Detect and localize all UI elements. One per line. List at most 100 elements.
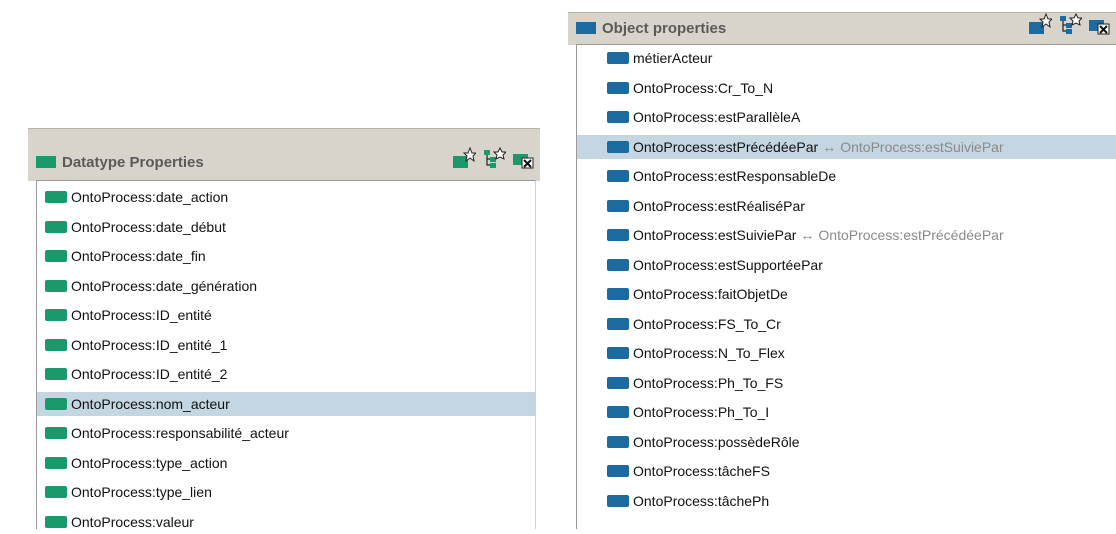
datatype-property-icon [45, 191, 67, 203]
list-item-label: OntoProcess:ID_entité_2 [71, 366, 228, 382]
list-item-label: OntoProcess:FS_To_Cr [633, 315, 781, 332]
object-property-icon [576, 22, 596, 34]
list-item[interactable]: métierActeur [577, 46, 1116, 70]
list-item[interactable]: OntoProcess:date_début [37, 215, 535, 239]
datatype-property-icon [45, 309, 67, 321]
list-item-label: OntoProcess:estRéaliséPar [633, 197, 805, 214]
list-item[interactable]: OntoProcess:date_génération [37, 274, 535, 298]
object-property-icon [607, 376, 629, 389]
object-properties-list[interactable]: métierActeur OntoProcess:Cr_To_N OntoProce… [576, 44, 1116, 529]
list-item-label: OntoProcess:type_lien [71, 484, 212, 500]
list-item-label: OntoProcess:Ph_To_FS [633, 374, 784, 391]
list-item[interactable]: OntoProcess:estParallèleA [577, 105, 1116, 129]
datatype-properties-title-text: Datatype Properties [62, 154, 204, 171]
datatype-property-icon [45, 279, 67, 292]
list-item[interactable]: OntoProcess:nom_acteur [37, 391, 535, 416]
list-item[interactable]: OntoProcess:date_fin [37, 244, 535, 268]
list-item-label: OntoProcess:date_début [71, 218, 226, 235]
create-property-icon[interactable] [452, 146, 478, 169]
list-item-label: OntoProcess:tâchePh [633, 492, 770, 509]
object-property-icon [607, 494, 629, 507]
list-item-label: OntoProcess:nom_acteur [71, 395, 230, 412]
object-property-icon [607, 199, 629, 212]
object-property-icon [607, 406, 629, 418]
datatype-properties-title: Datatype Properties [36, 154, 204, 171]
list-item-label: OntoProcess:Ph_To_I [633, 404, 770, 420]
list-item-label: OntoProcess:possèdeRôle [633, 433, 800, 450]
list-item[interactable]: OntoProcess:estRéaliséPar [577, 194, 1116, 218]
list-item-label: OntoProcess:estSupportéePar [633, 256, 823, 273]
list-item[interactable]: OntoProcess:FS_To_Cr [577, 312, 1116, 336]
datatype-properties-list[interactable]: OntoProcess:date_action OntoProcess:date_… [36, 180, 536, 530]
object-property-icon [607, 81, 629, 94]
datatype-property-icon [45, 427, 67, 439]
list-item-label: OntoProcess:date_action [71, 189, 229, 205]
list-item[interactable]: OntoProcess:date_action [37, 185, 535, 209]
list-item-label: OntoProcess:date_fin [71, 248, 206, 264]
object-property-icon [607, 435, 629, 448]
list-item-label: OntoProcess:responsabilité_acteur [71, 425, 289, 441]
object-property-icon [607, 288, 629, 300]
delete-property-icon[interactable] [1088, 13, 1112, 35]
list-item-label: OntoProcess:estParallèleA [633, 109, 801, 125]
list-item[interactable]: OntoProcess:ID_entité [37, 303, 535, 327]
list-item[interactable]: OntoProcess:estPrécédéePar ↔ OntoProcess:e… [577, 134, 1116, 159]
object-property-icon [607, 52, 629, 64]
list-item-label: OntoProcess:N_To_Flex [633, 345, 785, 361]
inverse-arrow-icon: ↔ [822, 138, 837, 155]
object-property-icon [607, 229, 629, 241]
list-item[interactable]: OntoProcess:possèdeRôle [577, 430, 1116, 454]
datatype-properties-toolbar [452, 146, 536, 169]
list-item[interactable]: OntoProcess:estResponsableDe [577, 164, 1116, 188]
list-item[interactable]: OntoProcess:responsabilité_acteur [37, 421, 535, 445]
list-item-label: OntoProcess:estSuiviePar [633, 227, 797, 243]
object-properties-title: Object properties [576, 20, 726, 37]
list-item-label: OntoProcess:faitObjetDe [633, 286, 788, 302]
object-property-icon [607, 170, 629, 182]
object-properties-header: Object properties [568, 12, 1116, 45]
datatype-property-icon [36, 156, 56, 168]
list-item[interactable]: OntoProcess:Ph_To_I [577, 400, 1116, 424]
object-properties-title-text: Object properties [602, 20, 727, 37]
datatype-property-icon [45, 456, 67, 469]
list-item[interactable]: OntoProcess:tâcheFS [577, 459, 1116, 483]
object-properties-toolbar [1028, 12, 1112, 35]
datatype-property-icon [45, 338, 67, 351]
datatype-property-icon [45, 250, 67, 262]
list-item[interactable]: OntoProcess:Ph_To_FS [577, 371, 1116, 395]
list-item[interactable]: OntoProcess:type_action [37, 451, 535, 475]
datatype-property-icon [45, 515, 67, 528]
datatype-property-icon [45, 220, 67, 233]
list-item-label: OntoProcess:ID_entité_1 [71, 336, 228, 353]
object-property-icon [607, 140, 629, 153]
list-item-label: OntoProcess:Cr_To_N [633, 79, 774, 96]
create-property-icon[interactable] [1028, 12, 1054, 35]
list-item[interactable]: OntoProcess:Cr_To_N [577, 76, 1116, 100]
delete-property-icon[interactable] [512, 147, 536, 169]
object-properties-panel: Object properties métierActeur OntoProce… [568, 12, 1116, 529]
list-item-label: OntoProcess:tâcheFS [633, 463, 770, 479]
list-item[interactable]: OntoProcess:ID_entité_1 [37, 333, 535, 357]
datatype-property-icon [45, 368, 67, 380]
list-item[interactable]: OntoProcess:N_To_Flex [577, 341, 1116, 365]
create-subproperty-icon[interactable] [1058, 12, 1084, 35]
list-item[interactable]: OntoProcess:type_lien [37, 480, 535, 504]
list-item[interactable]: OntoProcess:estSupportéePar [577, 253, 1116, 277]
inverse-arrow-icon: ↔ [800, 227, 815, 243]
list-item-label: OntoProcess:date_génération [71, 277, 258, 294]
list-item-label: OntoProcess:estResponsableDe [633, 168, 837, 184]
datatype-property-icon [45, 397, 67, 410]
inverse-property-label: OntoProcess:estSuiviePar [840, 138, 1004, 155]
object-property-icon [607, 111, 629, 123]
list-item[interactable]: OntoProcess:tâchePh [577, 489, 1116, 513]
datatype-properties-panel: Datatype Properties OntoProcess:date_act… [28, 128, 540, 530]
list-item-label: métierActeur [633, 50, 713, 66]
list-item[interactable]: OntoProcess:valeur [37, 510, 535, 534]
list-item[interactable]: OntoProcess:ID_entité_2 [37, 362, 535, 386]
list-item-label: OntoProcess:type_action [71, 454, 228, 471]
create-subproperty-icon[interactable] [482, 146, 508, 169]
list-item[interactable]: OntoProcess:faitObjetDe [577, 282, 1116, 306]
list-item-label: OntoProcess:valeur [71, 513, 194, 530]
list-item[interactable]: OntoProcess:estSuiviePar ↔ OntoProcess:est… [577, 223, 1116, 247]
inverse-property-label: OntoProcess:estPrécédéePar [818, 227, 1004, 243]
